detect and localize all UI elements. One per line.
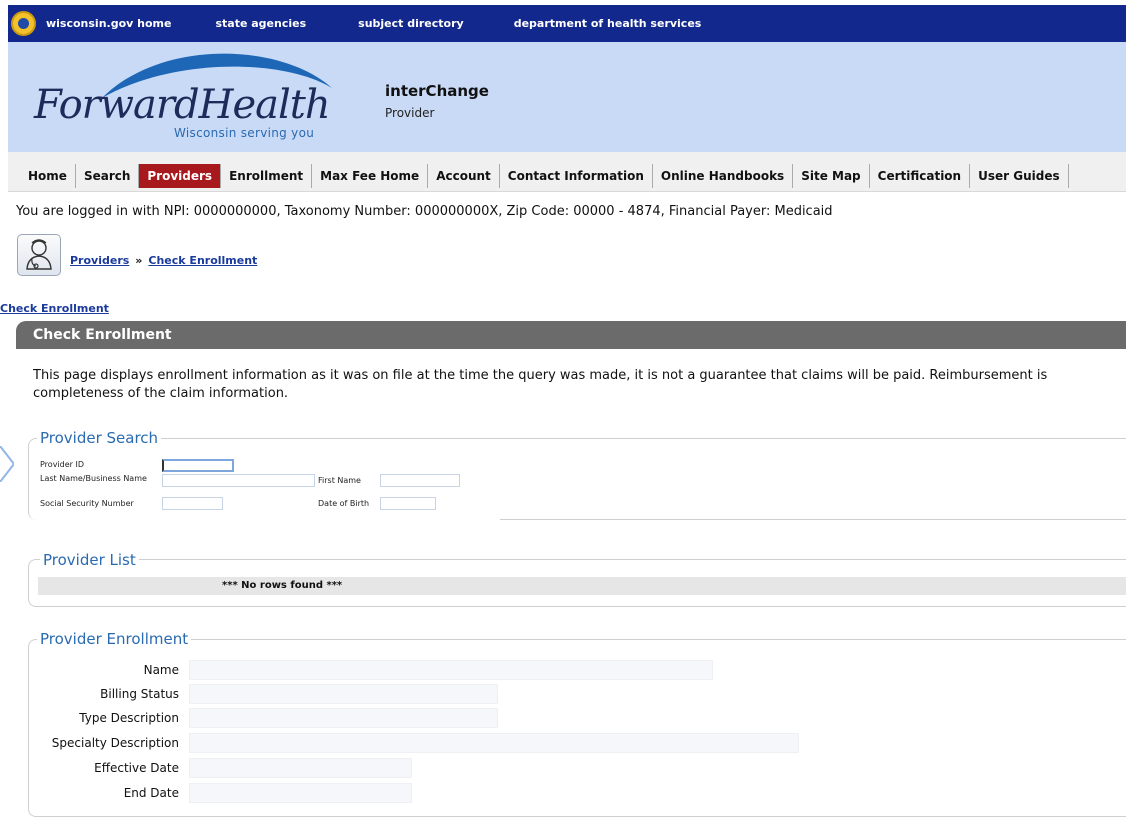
no-rows-message: *** No rows found *** [222,580,343,591]
state-agencies-link[interactable]: state agencies [215,17,306,30]
effective-date-field [189,758,412,778]
end-date-field [189,783,412,803]
app-title: interChange [385,82,489,100]
nav-certification[interactable]: Certification [869,164,971,188]
nav-online-handbooks[interactable]: Online Handbooks [652,164,794,188]
site-header: ForwardHealth Wisconsin serving you inte… [8,42,1126,152]
date-of-birth-label: Date of Birth [318,499,370,508]
nav-max-fee-home[interactable]: Max Fee Home [312,164,429,188]
provider-icon [17,234,61,276]
billing-status-label: Billing Status [100,687,179,701]
breadcrumb-check-enrollment[interactable]: Check Enrollment [148,254,257,267]
ssn-label: Social Security Number [40,499,134,508]
forwardhealth-logo[interactable]: ForwardHealth Wisconsin serving you [34,48,354,144]
main-navigation: Home Search Providers Enrollment Max Fee… [8,152,1126,192]
section-header: Check Enrollment [16,321,1126,349]
effective-date-label: Effective Date [94,761,179,775]
wisconsin-gov-home-link[interactable]: wisconsin.gov home [46,17,171,30]
type-description-field [189,708,498,728]
logo-wordmark: ForwardHealth [34,82,331,128]
provider-id-label: Provider ID [40,460,84,469]
breadcrumb: Providers » Check Enrollment [70,254,257,267]
date-of-birth-input[interactable] [380,497,436,510]
breadcrumb-separator: » [135,254,143,267]
type-description-label: Type Description [79,711,179,725]
nav-account[interactable]: Account [428,164,500,188]
specialty-description-label: Specialty Description [51,736,179,750]
top-navigation-bar: wisconsin.gov home state agencies subjec… [8,5,1126,42]
nav-site-map[interactable]: Site Map [793,164,870,188]
nav-contact-information[interactable]: Contact Information [499,164,653,188]
provider-search-divider [500,519,1126,520]
logged-in-status: You are logged in with NPI: 0000000000, … [16,204,833,219]
provider-id-input[interactable] [162,459,234,472]
name-label: Name [143,663,179,677]
ssn-input[interactable] [162,497,223,510]
specialty-description-field [189,733,799,753]
department-of-health-services-link[interactable]: department of health services [514,17,702,30]
breadcrumb-providers[interactable]: Providers [70,254,129,267]
check-enrollment-link[interactable]: Check Enrollment [0,302,109,315]
nav-home[interactable]: Home [20,164,76,188]
section-title: Check Enrollment [33,327,172,343]
wisconsin-seal-icon [11,11,36,36]
app-subtitle: Provider [385,106,435,120]
provider-list-legend: Provider List [40,551,139,569]
pointer-arrow-icon [0,446,14,482]
nav-providers[interactable]: Providers [139,164,222,188]
provider-enrollment-legend: Provider Enrollment [37,630,192,648]
intro-line-2: completeness of the claim information. [33,386,289,401]
name-field [189,660,713,680]
logo-tagline: Wisconsin serving you [174,126,315,140]
billing-status-field [189,684,498,704]
nav-user-guides[interactable]: User Guides [970,164,1069,188]
last-name-input[interactable] [162,474,315,487]
first-name-input[interactable] [380,474,460,487]
provider-search-legend: Provider Search [37,429,162,447]
provider-list-empty-row: *** No rows found *** [38,577,1126,595]
intro-line-1: This page displays enrollment informatio… [33,368,1048,383]
end-date-label: End Date [123,786,179,800]
first-name-label: First Name [318,476,361,485]
last-name-label: Last Name/Business Name [40,474,147,483]
nav-search[interactable]: Search [75,164,140,188]
subject-directory-link[interactable]: subject directory [358,17,464,30]
nav-enrollment[interactable]: Enrollment [221,164,313,188]
intro-text: This page displays enrollment informatio… [33,367,1126,403]
